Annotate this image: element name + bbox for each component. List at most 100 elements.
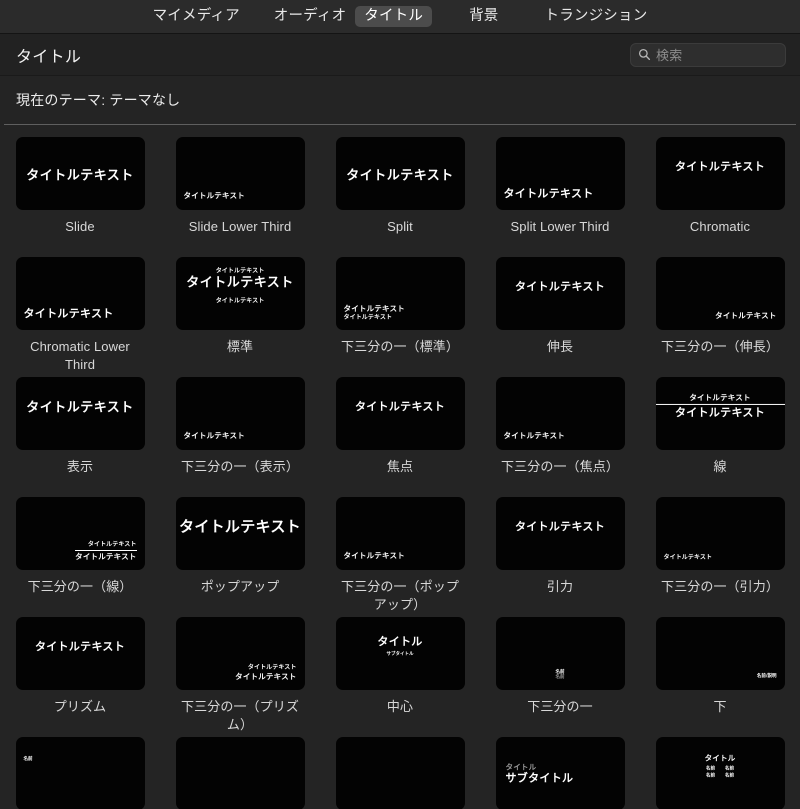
thumb-title-text: タイトルテキスト	[183, 431, 245, 440]
current-theme-row[interactable]: 現在のテーマ: テーマなし	[0, 76, 800, 124]
title-template-cell[interactable]: タイトルテキスト焦点	[320, 377, 480, 497]
title-template-thumbnail[interactable]: タイトルテキスト	[15, 617, 145, 690]
thumb-title-text: 名前	[23, 757, 33, 762]
title-template-thumbnail[interactable]: タイトルテキスト タイトルテキスト	[175, 617, 305, 690]
title-template-thumbnail[interactable]: タイトルテキスト	[335, 497, 465, 570]
title-template-cell[interactable]: タイトルテキスト下三分の一（表示）	[160, 377, 320, 497]
title-template-cell[interactable]: タイトルテキスト タイトルテキスト タイトルテキスト標準	[160, 257, 320, 377]
title-template-cell[interactable]: タイトルテキスト タイトルテキスト 下三分の一（線）	[0, 497, 160, 617]
title-template-thumbnail[interactable]: タイトル 名前 名前 名前 名前	[655, 737, 785, 809]
search-field[interactable]: 検索	[630, 42, 786, 67]
title-template-thumbnail[interactable]	[335, 737, 465, 809]
search-placeholder: 検索	[656, 48, 683, 63]
thumb-title-text: タイトル 名前 名前 名前 名前	[704, 753, 736, 779]
title-template-thumbnail[interactable]: 名前/説明	[655, 617, 785, 690]
title-template-thumbnail[interactable]: タイトルテキスト	[495, 257, 625, 330]
title-template-cell[interactable]: タイトルテキスト プリズム	[0, 617, 160, 737]
thumb-title-text: タイトルテキスト タイトルテキスト	[75, 541, 137, 561]
title-template-thumbnail[interactable]: 名前 名前	[495, 617, 625, 690]
thumb-title-text: タイトルテキスト	[663, 554, 713, 561]
thumb-title-text: タイトルテキスト	[503, 187, 594, 200]
title-template-thumbnail[interactable]: タイトルテキスト	[335, 137, 465, 210]
titles-scroll-area[interactable]: タイトルテキスト Slide タイトルテキスト Slide Lower Third タイ…	[0, 125, 800, 809]
title-template-thumbnail[interactable]: タイトルテキスト タイトルテキスト タイトルテキスト	[175, 257, 305, 330]
thumb-title-text: タイトルテキスト	[514, 280, 606, 294]
title-template-thumbnail[interactable]: タイトルテキスト タイトルテキスト	[335, 257, 465, 330]
tab-titles[interactable]: タイトル	[355, 5, 433, 28]
title-template-cell[interactable]: タイトルテキスト 下三分の一（焦点）	[480, 377, 640, 497]
title-template-cell[interactable]: 名前/説明下	[640, 617, 800, 737]
title-template-cell[interactable]: タイトルテキスト下三分の一（伸長）	[640, 257, 800, 377]
title-template-thumbnail[interactable]: タイトルテキスト	[175, 497, 305, 570]
title-template-label: 中心	[386, 699, 414, 714]
title-template-cell[interactable]: 名前	[0, 737, 160, 809]
title-template-thumbnail[interactable]: タイトルテキスト	[495, 137, 625, 210]
title-template-thumbnail[interactable]: タイトルテキスト	[15, 257, 145, 330]
tab-my-media[interactable]: マイメディア	[144, 6, 249, 28]
thumb-title-text: タイトルテキスト	[674, 160, 766, 174]
title-template-thumbnail[interactable]: タイトルテキスト	[655, 497, 785, 570]
title-template-label: ポップアップ	[200, 579, 280, 594]
title-template-thumbnail[interactable]: タイトルテキスト	[15, 137, 145, 210]
title-template-cell[interactable]: タイトルテキスト Chromatic	[640, 137, 800, 257]
browser-header: タイトル 検索	[0, 34, 800, 76]
title-template-label: Chromatic Lower Third	[30, 339, 130, 372]
title-template-cell[interactable]: タイトルテキスト 伸長	[480, 257, 640, 377]
title-template-label: 下三分の一（引力）	[661, 579, 779, 594]
title-template-thumbnail[interactable]: タイトルテキスト タイトルテキスト	[15, 497, 145, 570]
titles-grid: タイトルテキスト Slide タイトルテキスト Slide Lower Third タイ…	[0, 137, 800, 809]
title-template-cell[interactable]: タイトルテキスト Slide	[0, 137, 160, 257]
page-title: タイトル	[16, 48, 82, 66]
title-template-thumbnail[interactable]: タイトルテキスト	[335, 377, 465, 450]
media-browser-tabbar: マイメディア オーディオ タイトル 背景 トランジション	[0, 0, 800, 34]
title-template-thumbnail[interactable]: タイトルテキスト	[15, 377, 145, 450]
title-template-thumbnail[interactable]: タイトルテキスト	[655, 257, 785, 330]
title-template-thumbnail[interactable]: タイトルテキスト	[655, 137, 785, 210]
title-template-label: 線	[713, 459, 727, 474]
title-template-thumbnail[interactable]	[175, 737, 305, 809]
title-template-cell[interactable]: タイトル サブタイトル	[480, 737, 640, 809]
thumb-title-text: タイトルテキスト	[26, 400, 134, 416]
title-template-thumbnail[interactable]: 名前	[15, 737, 145, 809]
tab-backgrounds[interactable]: 背景	[460, 6, 507, 28]
title-template-label: Split Lower Third	[510, 219, 610, 234]
title-template-cell[interactable]: タイトルテキスト Chromatic Lower Third	[0, 257, 160, 377]
thumb-title-text: 名前/説明	[756, 674, 777, 679]
title-template-cell[interactable]	[160, 737, 320, 809]
tab-transitions[interactable]: トランジション	[536, 6, 657, 28]
title-template-label: 下三分の一（標準）	[341, 339, 459, 354]
title-template-cell[interactable]: タイトルテキスト 下三分の一（ポップアップ）	[320, 497, 480, 617]
title-template-cell[interactable]: 名前 名前 下三分の一	[480, 617, 640, 737]
title-template-cell[interactable]: タイトルテキスト タイトルテキスト 下三分の一（プリズム）	[160, 617, 320, 737]
title-template-cell[interactable]: タイトルテキスト タイトルテキスト下三分の一（標準）	[320, 257, 480, 377]
title-template-cell[interactable]: タイトルテキスト Split	[320, 137, 480, 257]
title-template-cell[interactable]	[320, 737, 480, 809]
title-template-cell[interactable]: タイトルテキスト タイトルテキスト線	[640, 377, 800, 497]
thumb-title-text: タイトルテキスト タイトルテキスト タイトルテキスト	[186, 267, 294, 305]
title-template-cell[interactable]: タイトルテキスト 表示	[0, 377, 160, 497]
title-template-label: 焦点	[386, 459, 414, 474]
title-template-cell[interactable]: タイトルテキスト 引力	[480, 497, 640, 617]
title-template-thumbnail[interactable]: タイトル サブタイトル	[495, 737, 625, 809]
title-template-label: 下三分の一（伸長）	[661, 339, 779, 354]
title-template-cell[interactable]: タイトル サブタイトル中心	[320, 617, 480, 737]
title-template-cell[interactable]: タイトルテキスト Slide Lower Third	[160, 137, 320, 257]
title-template-thumbnail[interactable]: タイトルテキスト	[495, 377, 625, 450]
title-template-cell[interactable]: タイトルテキストポップアップ	[160, 497, 320, 617]
title-template-thumbnail[interactable]: タイトルテキスト	[175, 377, 305, 450]
title-template-cell[interactable]: タイトル 名前 名前 名前 名前	[640, 737, 800, 809]
title-template-thumbnail[interactable]: タイトル サブタイトル	[335, 617, 465, 690]
title-template-label: 下三分の一	[527, 699, 593, 714]
title-template-thumbnail[interactable]: タイトルテキスト	[495, 497, 625, 570]
thumb-title-text: タイトルテキスト	[26, 168, 134, 183]
thumb-title-text: タイトルテキスト	[715, 311, 777, 320]
thumb-title-text: タイトルテキスト	[183, 191, 245, 200]
thumb-title-text: タイトルテキスト タイトルテキスト	[235, 664, 297, 681]
tab-audio[interactable]: オーディオ	[265, 6, 356, 28]
title-template-cell[interactable]: タイトルテキスト Split Lower Third	[480, 137, 640, 257]
title-template-thumbnail[interactable]: タイトルテキスト	[175, 137, 305, 210]
title-template-thumbnail[interactable]: タイトルテキスト タイトルテキスト	[655, 377, 785, 450]
title-template-label: 標準	[226, 339, 254, 354]
title-template-label: 下三分の一（表示）	[181, 459, 299, 474]
title-template-cell[interactable]: タイトルテキスト下三分の一（引力）	[640, 497, 800, 617]
